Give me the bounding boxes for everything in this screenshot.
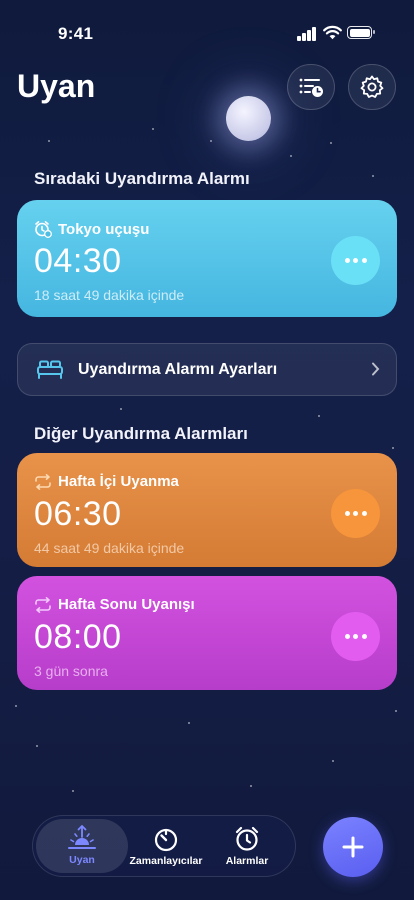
star xyxy=(48,140,50,142)
alarm-label: Tokyo uçuşu xyxy=(34,220,149,238)
star xyxy=(15,705,17,707)
status-time: 9:41 xyxy=(58,24,94,43)
next-alarm-card[interactable]: Tokyo uçuşu 04:30 18 saat 49 dakika için… xyxy=(17,200,397,317)
alarm-label: Hafta Sonu Uyanışı xyxy=(34,596,195,613)
more-icon xyxy=(344,258,367,263)
sunrise-icon xyxy=(68,825,96,849)
tab-bar: Uyan Zamanlayıcılar Alarmlar xyxy=(32,815,296,877)
star xyxy=(395,710,397,712)
status-bar: 9:41 xyxy=(0,0,414,60)
alarm-countdown: 3 gün sonra xyxy=(34,663,108,679)
star xyxy=(120,408,122,410)
tab-label: Uyan xyxy=(69,854,95,866)
alarm-time: 08:00 xyxy=(34,618,122,656)
app-screen: 9:41 Uyan Sıradaki Uyandırma Alarmı Toky… xyxy=(0,0,414,900)
other-alarms-section-title: Diğer Uyandırma Alarmları xyxy=(34,424,248,443)
timer-icon xyxy=(154,828,178,852)
repeat-icon xyxy=(35,596,51,613)
star xyxy=(332,760,334,762)
alarm-countdown: 44 saat 49 dakika içinde xyxy=(34,540,185,556)
chevron-right-icon xyxy=(372,362,380,376)
star xyxy=(250,785,252,787)
tab-label: Alarmlar xyxy=(225,855,269,867)
sleep-schedule-button[interactable] xyxy=(287,64,335,110)
alarm-time: 04:30 xyxy=(34,242,122,280)
star xyxy=(330,142,332,144)
star xyxy=(188,722,190,724)
alarm-more-button[interactable] xyxy=(331,612,380,661)
plus-icon xyxy=(342,836,364,858)
repeat-icon xyxy=(35,473,51,490)
tab-zamanlayicilar[interactable]: Zamanlayıcılar xyxy=(127,819,205,873)
page-title: Uyan xyxy=(17,68,96,104)
battery-icon xyxy=(347,26,375,39)
add-alarm-button[interactable] xyxy=(323,817,383,877)
alarm-time: 06:30 xyxy=(34,495,122,533)
star xyxy=(152,128,154,130)
tab-alarmlar[interactable]: Alarmlar xyxy=(209,819,285,873)
alarm-label-text: Hafta Sonu Uyanışı xyxy=(58,596,195,613)
star xyxy=(372,175,374,177)
alarm-clock-icon xyxy=(235,826,259,851)
more-icon xyxy=(344,634,367,639)
cellular-signal-icon xyxy=(297,27,317,41)
star xyxy=(318,415,320,417)
alarm-card-weekday[interactable]: Hafta İçi Uyanma 06:30 44 saat 49 dakika… xyxy=(17,453,397,567)
bed-icon xyxy=(37,360,63,379)
moon-icon xyxy=(226,96,271,141)
alarm-more-button[interactable] xyxy=(331,236,380,285)
tab-label: Zamanlayıcılar xyxy=(129,855,203,867)
wifi-icon xyxy=(323,25,342,40)
alarm-card-weekend[interactable]: Hafta Sonu Uyanışı 08:00 3 gün sonra xyxy=(17,576,397,690)
alarm-label: Hafta İçi Uyanma xyxy=(34,473,179,490)
star xyxy=(392,447,394,449)
star xyxy=(210,140,212,142)
alarm-settings-row[interactable]: Uyandırma Alarmı Ayarları xyxy=(17,343,397,396)
star xyxy=(290,155,292,157)
gear-icon xyxy=(360,75,384,98)
alarm-label-text: Tokyo uçuşu xyxy=(58,220,150,238)
alarm-countdown: 18 saat 49 dakika içinde xyxy=(34,287,185,303)
alarm-settings-label: Uyandırma Alarmı Ayarları xyxy=(78,361,278,378)
star xyxy=(36,745,38,747)
list-clock-icon xyxy=(299,78,323,97)
tab-uyan[interactable]: Uyan xyxy=(36,819,128,873)
more-icon xyxy=(344,511,367,516)
next-alarm-section-title: Sıradaki Uyandırma Alarmı xyxy=(34,169,250,188)
settings-button[interactable] xyxy=(348,64,396,110)
alarm-more-button[interactable] xyxy=(331,489,380,538)
star xyxy=(72,790,74,792)
alarm-clock-icon xyxy=(35,221,52,238)
alarm-label-text: Hafta İçi Uyanma xyxy=(58,473,179,490)
